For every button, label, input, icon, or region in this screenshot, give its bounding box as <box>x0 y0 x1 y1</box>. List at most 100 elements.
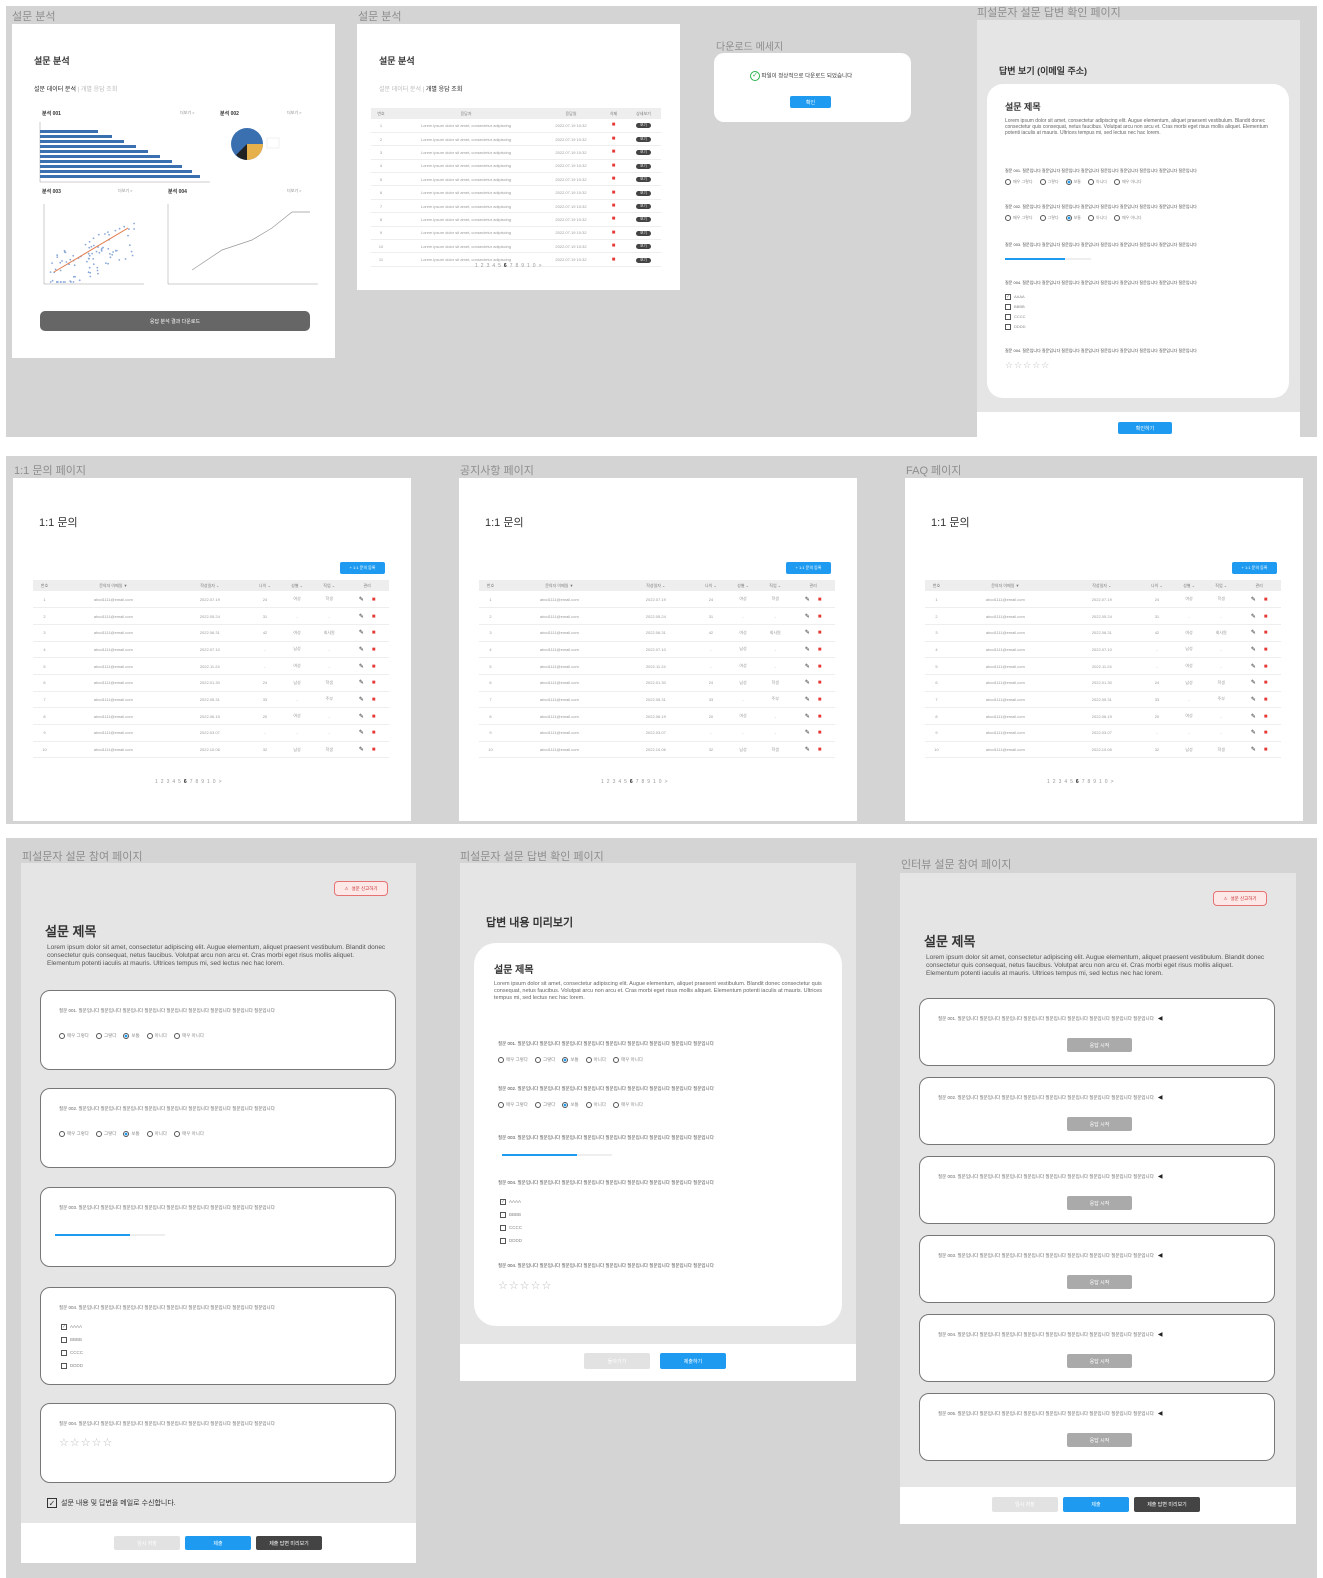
edit-icon[interactable]: ✎ <box>1251 597 1256 603</box>
table-row[interactable]: 3 Lorem ipsum dolor sit amet, consectetur… <box>371 145 661 160</box>
radio-icon[interactable] <box>95 1033 102 1039</box>
table-row[interactable]: 4 abcd1111@email.com 2022.07.10- 남성 - ✎ ■ <box>33 641 389 659</box>
column-header[interactable]: 직업 ⌄ <box>1205 580 1238 591</box>
table-row[interactable]: 6 abcd1111@email.com 2022.01.30 24 남성 학생 ✎ ■ <box>33 674 389 692</box>
radio-option[interactable]: 아니다 <box>1087 179 1107 185</box>
checkbox-option[interactable]: ✓ AAAA <box>1005 292 1026 302</box>
register-button[interactable]: + 1:1 문의 등록 <box>1232 562 1277 574</box>
edit-icon[interactable]: ✎ <box>805 680 810 686</box>
view-button[interactable]: 보기 <box>636 204 651 210</box>
radio-icon[interactable] <box>146 1033 153 1039</box>
column-header[interactable]: 작성일자 ⌄ <box>616 580 695 591</box>
column-header[interactable]: 나이 ⌄ <box>248 580 281 591</box>
edit-icon[interactable]: ✎ <box>1251 630 1256 636</box>
checkbox-option[interactable]: ✓ AAAA <box>61 1320 83 1333</box>
radio-option[interactable]: 매우 아니다 <box>1113 215 1142 221</box>
delete-icon[interactable]: ■ <box>601 239 626 254</box>
confirm-button[interactable]: 확인하기 <box>1118 422 1172 434</box>
table-row[interactable]: 2 abcd1111@email.com 2022.05.24 31- - ✎ ■ <box>479 607 835 625</box>
more-link[interactable]: 더보기 > <box>287 110 302 116</box>
radio-icon[interactable] <box>1113 215 1120 221</box>
download-result-button[interactable]: 응답 분석 결과 다운로드 <box>40 311 310 331</box>
table-row[interactable]: 1 Lorem ipsum dolor sit amet, consectetur… <box>371 119 661 133</box>
confirm-button[interactable]: 확인 <box>790 96 831 108</box>
preview-button[interactable]: 제출 답변 미리보기 <box>256 1536 322 1550</box>
submit-button[interactable]: 제출 <box>1063 1497 1129 1512</box>
answer-start-button[interactable]: 응답 시작 <box>1067 1038 1132 1052</box>
table-row[interactable]: 7 abcd1111@email.com 2022.05.31 33- 주부 ✎ ■ <box>33 691 389 709</box>
checkbox-icon[interactable] <box>61 1362 67 1369</box>
register-button[interactable]: + 1:1 문의 등록 <box>340 562 385 574</box>
checkbox-icon[interactable] <box>1005 323 1011 330</box>
column-header[interactable]: 직업 ⌄ <box>313 580 346 591</box>
checkbox-checked-icon[interactable]: ✓ <box>47 1498 57 1509</box>
edit-icon[interactable]: ✎ <box>1251 614 1256 620</box>
radio-option[interactable]: 매우 그렇다 <box>1005 215 1033 221</box>
column-header[interactable]: 문의자 이메일 ▼ <box>55 580 171 591</box>
delete-icon[interactable]: ■ <box>372 730 376 736</box>
delete-icon[interactable]: ■ <box>1264 747 1268 753</box>
radio-icon[interactable] <box>1039 215 1046 221</box>
radio-icon[interactable] <box>498 1102 504 1108</box>
preview-button[interactable]: 제출 답변 미리보기 <box>1134 1497 1200 1512</box>
column-header[interactable]: 문의자 이메일 ▼ <box>501 580 617 591</box>
page-link[interactable]: 10 <box>1099 779 1111 785</box>
view-button[interactable]: 보기 <box>636 123 651 129</box>
table-row[interactable]: 5 Lorem ipsum dolor sit amet, consectetur… <box>371 172 661 187</box>
answer-start-button[interactable]: 응답 시작 <box>1067 1433 1132 1447</box>
radio-option[interactable]: 아니다 <box>146 1033 167 1039</box>
radio-option[interactable]: 아니다 <box>585 1102 606 1108</box>
radio-icon[interactable] <box>613 1102 620 1108</box>
more-link[interactable]: 더보기 > <box>118 188 133 194</box>
table-row[interactable]: 8 Lorem ipsum dolor sit amet, consectetur… <box>371 212 661 227</box>
table-row[interactable]: 3 abcd1111@email.com 2022.06.31 42 여성 회사원 ✎ ■ <box>479 624 835 642</box>
table-row[interactable]: 5 abcd1111@email.com 2022.11.24- 여성 - ✎ ■ <box>925 657 1281 675</box>
page-link[interactable]: > <box>539 263 545 269</box>
radio-icon[interactable] <box>1039 179 1046 185</box>
radio-icon[interactable] <box>1087 179 1094 185</box>
table-row[interactable]: 10 Lorem ipsum dolor sit amet, consectetu… <box>371 239 661 254</box>
speaker-icon[interactable]: ◀ <box>1158 1016 1163 1022</box>
radio-icon[interactable] <box>562 1102 569 1108</box>
checkbox-checked-icon[interactable]: ✓ <box>1005 293 1011 300</box>
answer-start-button[interactable]: 응답 시작 <box>1067 1275 1132 1289</box>
edit-icon[interactable]: ✎ <box>805 747 810 753</box>
delete-icon[interactable]: ■ <box>818 714 822 720</box>
radio-option[interactable]: 아니다 <box>585 1057 606 1063</box>
edit-icon[interactable]: ✎ <box>359 664 364 670</box>
table-row[interactable]: 1 abcd1111@email.com 2022.07.19 24 여성 학생 ✎ ■ <box>33 591 389 609</box>
edit-icon[interactable]: ✎ <box>1251 697 1256 703</box>
table-row[interactable]: 10 abcd1111@email.com 2022.10.06 32 남성 학생 ✎ ■ <box>33 741 389 759</box>
edit-icon[interactable]: ✎ <box>1251 647 1256 653</box>
delete-icon[interactable]: ■ <box>372 714 376 720</box>
column-header[interactable]: 작성일자 ⌄ <box>1062 580 1141 591</box>
edit-icon[interactable]: ✎ <box>1251 680 1256 686</box>
checkbox-icon[interactable] <box>61 1336 67 1343</box>
delete-icon[interactable]: ■ <box>601 226 626 241</box>
table-row[interactable]: 9 abcd1111@email.com 2022.03.07- - - ✎ ■ <box>33 724 389 742</box>
star-rating[interactable]: ☆☆☆☆☆ <box>59 1436 113 1449</box>
page-link[interactable]: 10 <box>527 263 539 269</box>
table-row[interactable]: 7 abcd1111@email.com 2022.05.31 33- 주부 ✎ ■ <box>925 691 1281 709</box>
edit-icon[interactable]: ✎ <box>805 714 810 720</box>
table-row[interactable]: 9 abcd1111@email.com 2022.03.07- - - ✎ ■ <box>479 724 835 742</box>
page-link[interactable]: > <box>665 779 671 785</box>
delete-icon[interactable]: ■ <box>1264 597 1268 603</box>
edit-icon[interactable]: ✎ <box>359 597 364 603</box>
radio-option[interactable]: 보통 <box>123 1131 140 1137</box>
table-row[interactable]: 1 abcd1111@email.com 2022.07.19 24 여성 학생 ✎ ■ <box>925 591 1281 609</box>
star-rating[interactable]: ☆☆☆☆☆ <box>498 1279 552 1292</box>
more-link[interactable]: 더보기 > <box>180 110 195 116</box>
delete-icon[interactable]: ■ <box>601 119 626 133</box>
delete-icon[interactable]: ■ <box>818 647 822 653</box>
table-row[interactable]: 2 Lorem ipsum dolor sit amet, consectetur… <box>371 132 661 147</box>
radio-icon[interactable] <box>1005 215 1011 221</box>
delete-icon[interactable]: ■ <box>601 185 626 200</box>
radio-icon[interactable] <box>1113 179 1120 185</box>
checkbox-checked-icon[interactable]: ✓ <box>500 1198 506 1205</box>
edit-icon[interactable]: ✎ <box>805 630 810 636</box>
radio-option[interactable]: 매우 아니다 <box>174 1131 204 1137</box>
radio-option[interactable]: 아니다 <box>146 1131 167 1137</box>
edit-icon[interactable]: ✎ <box>359 647 364 653</box>
radio-icon[interactable] <box>534 1102 541 1108</box>
